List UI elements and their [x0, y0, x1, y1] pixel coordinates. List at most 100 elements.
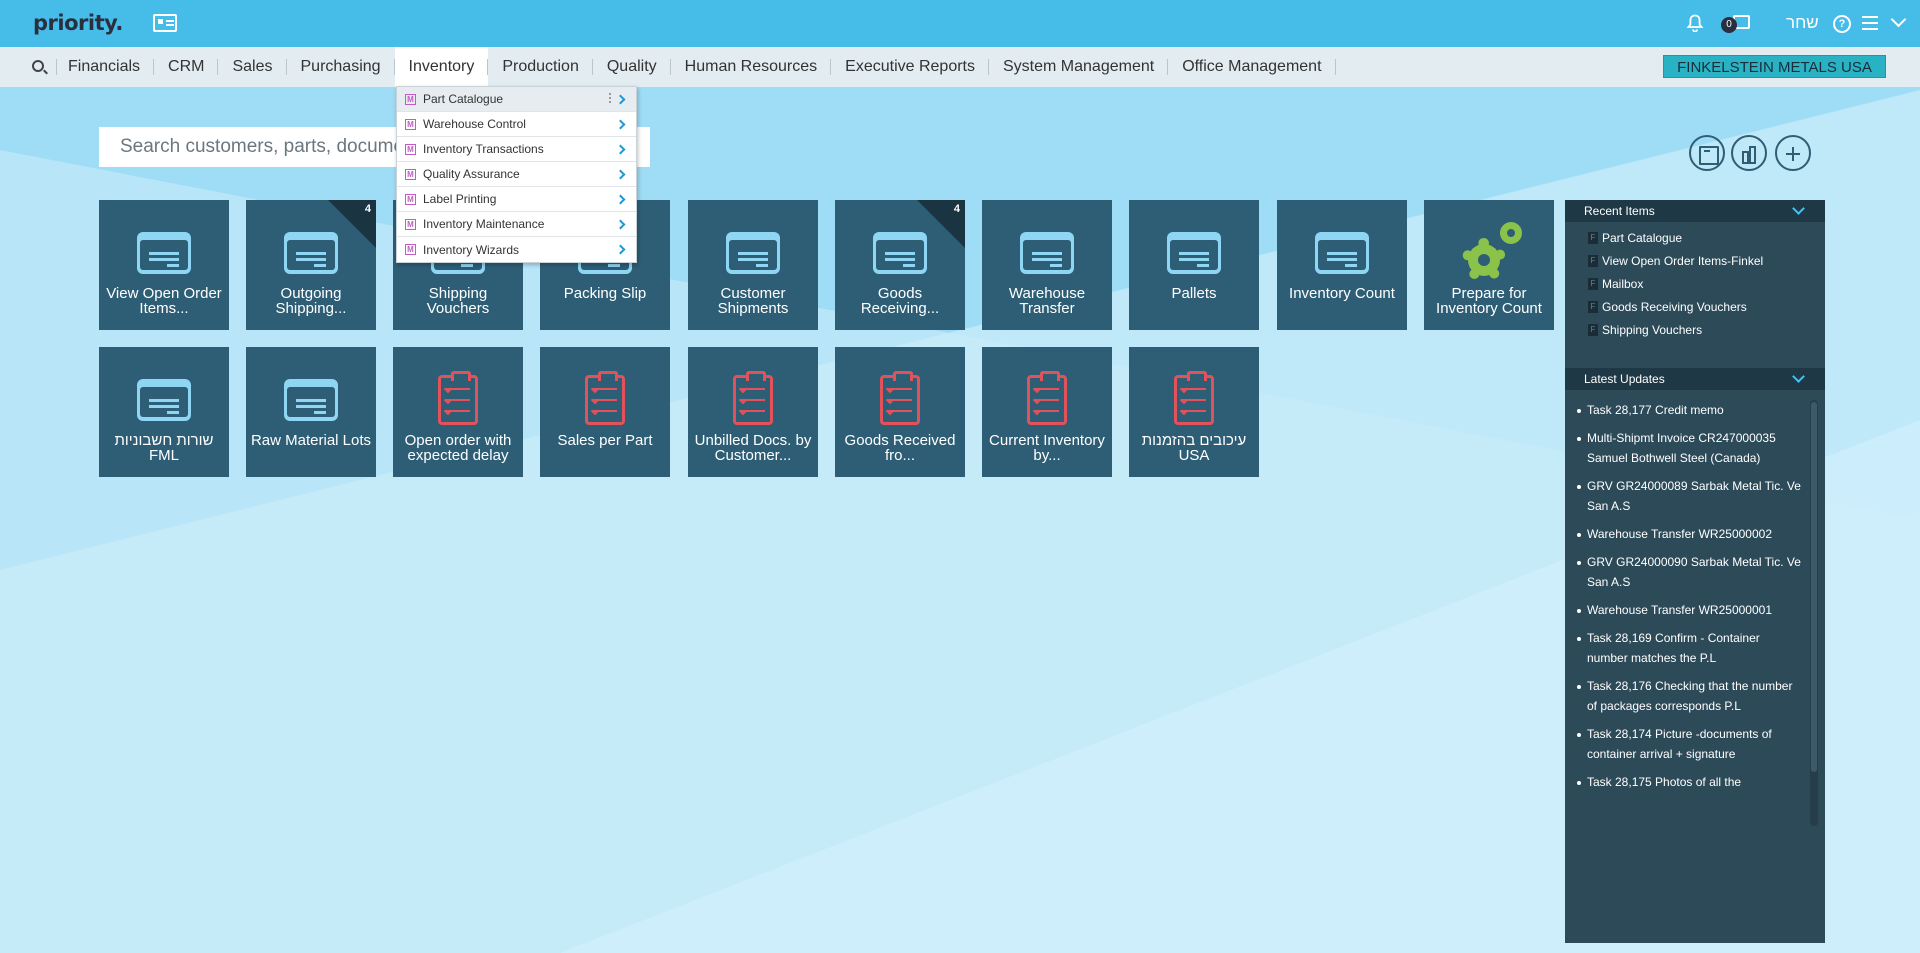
tile-pallets[interactable]: Pallets	[1129, 200, 1259, 330]
tile-open-order-delay[interactable]: Open order with expected delay	[393, 347, 523, 477]
chevron-down-icon[interactable]	[1792, 370, 1805, 383]
form-icon	[137, 379, 191, 421]
hamburger-menu-icon[interactable]	[1862, 16, 1878, 30]
chevron-down-icon[interactable]	[1792, 202, 1805, 215]
recent-item-label: Mailbox	[1602, 276, 1644, 291]
recent-item-label: Shipping Vouchers	[1602, 322, 1703, 337]
update-item[interactable]: Task 28,174 Picture -documents of contai…	[1565, 724, 1810, 764]
notifications-badge[interactable]: 0	[1721, 17, 1737, 33]
contact-card-icon[interactable]	[153, 14, 177, 32]
form-type-icon: F	[1588, 277, 1598, 290]
dropdown-item-part-catalogue[interactable]: M Part Catalogue	[397, 87, 636, 112]
user-name[interactable]: שחר	[1786, 13, 1819, 33]
help-icon[interactable]: ?	[1833, 15, 1851, 33]
form-type-icon: F	[1588, 231, 1598, 244]
tile-warehouse-transfer[interactable]: Warehouse Transfer	[982, 200, 1112, 330]
update-item[interactable]: Task 28,169 Confirm - Container number m…	[1565, 628, 1810, 668]
latest-updates-title: Latest Updates	[1584, 372, 1665, 386]
nav-item-system-management[interactable]: System Management	[989, 47, 1169, 87]
tile-current-inventory[interactable]: Current Inventory by...	[982, 347, 1112, 477]
tile-goods-received[interactable]: Goods Received fro...	[835, 347, 965, 477]
recent-item[interactable]: F Mailbox	[1565, 272, 1825, 295]
chevron-right-icon[interactable]	[615, 94, 626, 105]
priority-logo[interactable]: priority.	[33, 11, 123, 35]
module-icon: M	[405, 218, 416, 230]
dropdown-item-label-printing[interactable]: M Label Printing	[397, 187, 636, 212]
dropdown-item-warehouse-control[interactable]: M Warehouse Control	[397, 112, 636, 137]
tile-fml-invoice-lines[interactable]: שורות חשבוניות FML	[99, 347, 229, 477]
dropdown-item-inventory-maintenance[interactable]: M Inventory Maintenance	[397, 212, 636, 237]
add-button[interactable]	[1775, 135, 1811, 171]
nav-item-inventory[interactable]: Inventory	[394, 47, 489, 87]
recent-item[interactable]: F Shipping Vouchers	[1565, 318, 1825, 341]
tile-label: Goods Received fro...	[844, 432, 956, 464]
nav-item-executive-reports[interactable]: Executive Reports	[831, 47, 989, 87]
nav-item-production[interactable]: Production	[488, 47, 593, 87]
nav-item-crm[interactable]: CRM	[154, 47, 219, 87]
chevron-right-icon[interactable]	[615, 219, 626, 230]
company-button[interactable]: FINKELSTEIN METALS USA	[1663, 55, 1886, 78]
updates-scrollbar[interactable]	[1810, 400, 1818, 826]
bell-icon[interactable]	[1686, 14, 1704, 32]
latest-updates-header[interactable]: Latest Updates	[1565, 368, 1825, 390]
form-icon	[284, 232, 338, 274]
tile-raw-material-lots[interactable]: Raw Material Lots	[246, 347, 376, 477]
recent-items-title: Recent Items	[1584, 204, 1655, 218]
update-item[interactable]: Task 28,175 Photos of all the	[1565, 772, 1810, 792]
recent-item[interactable]: F Goods Receiving Vouchers	[1565, 295, 1825, 318]
dropdown-item-label: Label Printing	[423, 192, 497, 206]
recent-item-label: View Open Order Items-Finkel	[1602, 253, 1764, 268]
tile-order-delays-usa[interactable]: עיכובים בהזמנות USA	[1129, 347, 1259, 477]
archive-button[interactable]	[1689, 135, 1725, 171]
update-item[interactable]: GRV GR24000089 Sarbak Metal Tic. Ve San …	[1565, 476, 1810, 516]
scrollbar-thumb[interactable]	[1811, 402, 1817, 772]
tile-goods-receiving[interactable]: 4 Goods Receiving...	[835, 200, 965, 330]
tile-badge-count: 4	[953, 203, 960, 215]
form-icon	[873, 232, 927, 274]
module-icon: M	[405, 143, 416, 155]
tile-prepare-inventory-count[interactable]: Prepare for Inventory Count	[1424, 200, 1554, 330]
chevron-right-icon[interactable]	[615, 194, 626, 205]
dropdown-item-label: Part Catalogue	[423, 92, 504, 106]
recent-item[interactable]: F Part Catalogue	[1565, 226, 1825, 249]
tile-inventory-count[interactable]: Inventory Count	[1277, 200, 1407, 330]
dropdown-item-inventory-wizards[interactable]: M Inventory Wizards	[397, 237, 636, 262]
recent-item-label: Part Catalogue	[1602, 230, 1683, 245]
nav-item-quality[interactable]: Quality	[593, 47, 671, 87]
module-icon: M	[405, 93, 416, 105]
tile-unbilled-docs[interactable]: Unbilled Docs. by Customer...	[688, 347, 818, 477]
dropdown-item-quality-assurance[interactable]: M Quality Assurance	[397, 162, 636, 187]
update-item[interactable]: Task 28,177 Credit memo	[1565, 400, 1810, 420]
report-icon	[1027, 371, 1067, 425]
top-bar: priority. 0 שחר ?	[0, 0, 1920, 47]
tile-label: Pallets	[1171, 285, 1217, 302]
chevron-down-icon[interactable]	[1890, 11, 1907, 28]
update-item[interactable]: Multi-Shipmt Invoice CR247000035 Samuel …	[1565, 428, 1810, 468]
nav-item-sales[interactable]: Sales	[218, 47, 287, 87]
update-item[interactable]: Warehouse Transfer WR25000001	[1565, 600, 1810, 620]
report-icon	[438, 371, 478, 425]
tile-outgoing-shipping[interactable]: 4 Outgoing Shipping...	[246, 200, 376, 330]
update-item[interactable]: Task 28,176 Checking that the number of …	[1565, 676, 1810, 716]
nav-item-financials[interactable]: Financials	[56, 47, 155, 87]
add-chart-button[interactable]	[1731, 135, 1767, 171]
nav-item-office-management[interactable]: Office Management	[1168, 47, 1336, 87]
update-item[interactable]: Warehouse Transfer WR25000002	[1565, 524, 1810, 544]
chevron-right-icon[interactable]	[615, 244, 626, 255]
nav-item-human-resources[interactable]: Human Resources	[671, 47, 832, 87]
tile-sales-per-part[interactable]: Sales per Part	[540, 347, 670, 477]
chevron-right-icon[interactable]	[615, 144, 626, 155]
dropdown-item-inventory-transactions[interactable]: M Inventory Transactions	[397, 137, 636, 162]
drag-handle-icon[interactable]	[609, 93, 611, 95]
tile-customer-shipments[interactable]: Customer Shipments	[688, 200, 818, 330]
recent-item[interactable]: F View Open Order Items-Finkel	[1565, 249, 1825, 272]
recent-items-header[interactable]: Recent Items	[1565, 200, 1825, 222]
nav-item-purchasing[interactable]: Purchasing	[287, 47, 395, 87]
update-item[interactable]: GRV GR24000090 Sarbak Metal Tic. Ve San …	[1565, 552, 1810, 592]
search-icon[interactable]	[32, 60, 44, 72]
latest-updates-list: Task 28,177 Credit memo Multi-Shipmt Inv…	[1565, 400, 1810, 826]
chevron-right-icon[interactable]	[615, 169, 626, 180]
gear-inner	[1468, 244, 1500, 276]
tile-view-open-order-items[interactable]: View Open Order Items...	[99, 200, 229, 330]
chevron-right-icon[interactable]	[615, 119, 626, 130]
